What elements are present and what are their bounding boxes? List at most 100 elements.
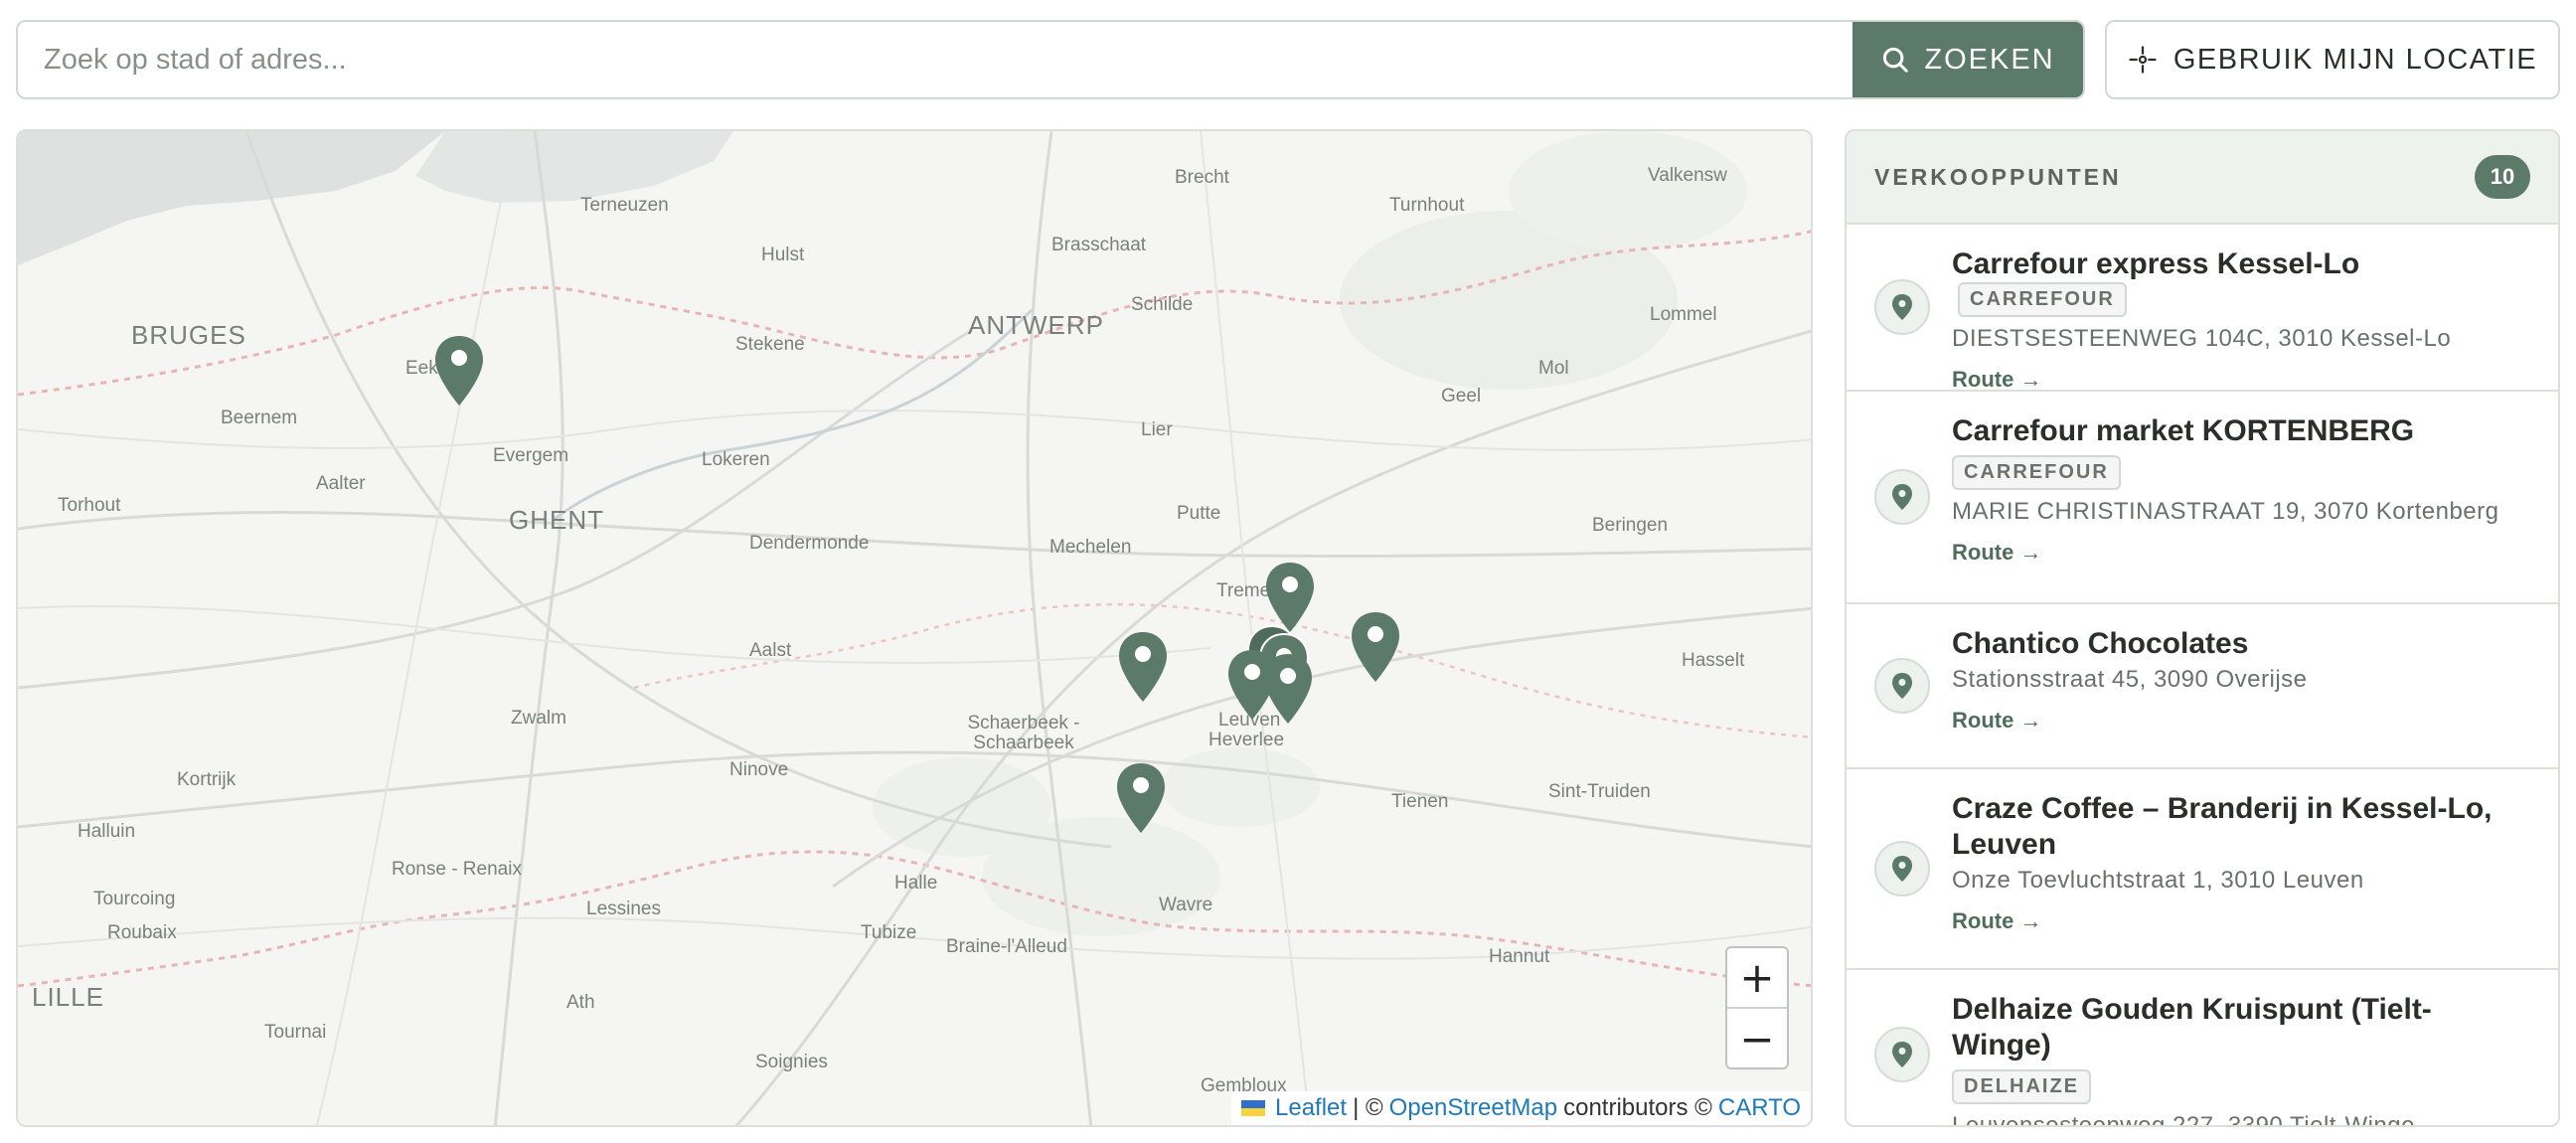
map[interactable]: BRUGES GHENT ANTWERP LILLE Terneuzen Hul… xyxy=(16,129,1813,1127)
item-name: Delhaize Gouden Kruispunt (Tielt-Winge) xyxy=(1952,993,2432,1061)
map-place-label: Hasselt xyxy=(1682,650,1745,671)
map-place-label: Braine-l'Alleud xyxy=(946,936,1067,957)
map-place-label: Lokeren xyxy=(702,449,770,470)
item-name: Craze Coffee – Branderij in Kessel-Lo, L… xyxy=(1952,792,2493,861)
route-link[interactable]: Route → xyxy=(1952,708,2041,734)
item-address: Stationsstraat 45, 3090 Overijse xyxy=(1952,666,2308,693)
map-place-label: Turnhout xyxy=(1389,195,1465,216)
map-place-label: Torhout xyxy=(58,495,121,516)
map-pin-icon[interactable] xyxy=(1115,761,1167,835)
map-place-label: Beringen xyxy=(1592,515,1669,536)
attribution-separator: | © xyxy=(1353,1094,1383,1121)
map-pin-icon xyxy=(1874,841,1930,897)
item-address: Leuvensesteenweg 227, 3390 Tielt-Winge xyxy=(1952,1112,2415,1127)
map-place-label: Hulst xyxy=(761,245,805,265)
map-city-label: LILLE xyxy=(32,982,104,1012)
map-place-label: Terneuzen xyxy=(580,195,669,216)
map-city-label: ANTWERP xyxy=(968,310,1104,340)
brand-tag: CARREFOUR xyxy=(1952,455,2121,490)
map-place-label: Lier xyxy=(1141,419,1173,440)
use-my-location-button[interactable]: GEBRUIK MIJN LOCATIE xyxy=(2105,20,2560,99)
use-my-location-label: GEBRUIK MIJN LOCATIE xyxy=(2173,43,2538,76)
map-place-label: Evergem xyxy=(493,445,569,466)
leaflet-link[interactable]: Leaflet xyxy=(1275,1094,1347,1122)
map-pin-icon xyxy=(1874,1027,1930,1082)
map-place-label: Zwalm xyxy=(511,708,566,729)
route-link[interactable]: Route → xyxy=(1952,908,2041,934)
map-place-label: Sint-Truiden xyxy=(1548,781,1651,802)
map-place-label: Soignies xyxy=(755,1052,828,1072)
map-place-label: Mechelen xyxy=(1049,537,1132,558)
openstreetmap-link[interactable]: OpenStreetMap xyxy=(1389,1094,1557,1122)
map-place-label: Tubize xyxy=(861,922,917,943)
item-name: Carrefour market KORTENBERG xyxy=(1952,414,2415,447)
search-button[interactable]: ZOEKEN xyxy=(1852,22,2083,97)
map-pin-icon xyxy=(1874,658,1930,714)
list-item[interactable]: Delhaize Gouden Kruispunt (Tielt-Winge) … xyxy=(1847,970,2558,1127)
map-place-label: Ninove xyxy=(729,759,789,780)
attribution-contributors: contributors © xyxy=(1563,1094,1712,1121)
carto-link[interactable]: CARTO xyxy=(1718,1094,1801,1122)
map-pin-icon[interactable] xyxy=(433,334,485,408)
map-tiles xyxy=(18,131,1811,1125)
item-address: Onze Toevluchtstraat 1, 3010 Leuven xyxy=(1952,867,2364,894)
search-bar: ZOEKEN xyxy=(16,20,2085,99)
item-name: Chantico Chocolates xyxy=(1952,627,2249,660)
list-item[interactable]: Carrefour express Kessel-Lo CARREFOUR DI… xyxy=(1847,225,2558,392)
zoom-in-button[interactable]: + xyxy=(1727,948,1787,1009)
map-pin-icon[interactable] xyxy=(1262,652,1314,726)
map-place-label: Lessines xyxy=(586,898,661,919)
map-place-label: Wavre xyxy=(1159,895,1213,915)
map-place-label: Aalst xyxy=(749,640,792,661)
map-place-label: Heverlee xyxy=(1208,730,1285,750)
panel-title: VERKOOPPUNTEN xyxy=(1874,163,2122,190)
map-place-label: Brasschaat xyxy=(1051,235,1147,255)
map-place-label: Ath xyxy=(566,992,595,1013)
map-place-label: Putte xyxy=(1177,503,1221,524)
map-place-label: Kortrijk xyxy=(177,769,237,790)
map-place-label: Mol xyxy=(1538,358,1569,379)
brand-tag: DELHAIZE xyxy=(1952,1069,2091,1104)
item-address: MARIE CHRISTINASTRAAT 19, 3070 Kortenber… xyxy=(1952,498,2499,525)
map-place-label: Tournai xyxy=(264,1022,327,1043)
map-pin-icon[interactable] xyxy=(1117,630,1169,704)
map-pin-icon xyxy=(1874,469,1930,525)
map-pin-icon xyxy=(1874,279,1930,335)
map-city-label: GHENT xyxy=(509,505,604,535)
map-pin-icon[interactable] xyxy=(1264,561,1316,634)
item-name: Carrefour express Kessel-Lo xyxy=(1952,247,2360,280)
map-place-label: Hannut xyxy=(1489,946,1550,967)
points-of-sale-panel: VERKOOPPUNTEN 10 Carrefour express Kesse… xyxy=(1845,129,2560,1127)
panel-header: VERKOOPPUNTEN 10 xyxy=(1847,131,2558,225)
count-badge: 10 xyxy=(2475,155,2530,199)
map-place-label: Valkensw xyxy=(1648,165,1727,186)
map-place-label: Tourcoing xyxy=(93,889,176,909)
search-input[interactable] xyxy=(18,22,1854,97)
map-place-label: Schilde xyxy=(1131,294,1194,315)
list-item[interactable]: Craze Coffee – Branderij in Kessel-Lo, L… xyxy=(1847,769,2558,970)
map-pin-icon[interactable] xyxy=(1350,610,1401,684)
zoom-control: + − xyxy=(1725,946,1789,1069)
route-link[interactable]: Route → xyxy=(1952,367,2041,393)
brand-tag: CARREFOUR xyxy=(1958,282,2127,317)
map-attribution: Leaflet | © OpenStreetMap contributors ©… xyxy=(1231,1091,1811,1125)
map-city-label: BRUGES xyxy=(131,320,246,350)
map-place-label: Schaerbeek - Schaarbeek xyxy=(967,713,1080,753)
map-place-label: Halle xyxy=(894,873,938,894)
route-link[interactable]: Route → xyxy=(1952,540,2041,566)
map-place-label: Aalter xyxy=(316,473,366,494)
map-place-label: Lommel xyxy=(1650,304,1717,325)
map-place-label: Tienen xyxy=(1391,791,1449,812)
map-place-label: Stekene xyxy=(735,334,805,355)
item-address: DIESTSESTEENWEG 104C, 3010 Kessel-Lo xyxy=(1952,325,2452,352)
list-item[interactable]: Chantico Chocolates Stationsstraat 45, 3… xyxy=(1847,604,2558,769)
map-place-label: Beernem xyxy=(221,408,298,428)
crosshair-icon xyxy=(2129,46,2157,74)
list-item[interactable]: Carrefour market KORTENBERG CARREFOUR MA… xyxy=(1847,392,2558,604)
search-icon xyxy=(1883,47,1909,73)
map-place-label: Halluin xyxy=(78,821,136,842)
zoom-out-button[interactable]: − xyxy=(1727,1009,1787,1067)
map-place-label: Brecht xyxy=(1175,167,1229,188)
map-place-label: Roubaix xyxy=(107,922,177,943)
map-place-label: Dendermonde xyxy=(749,533,870,554)
